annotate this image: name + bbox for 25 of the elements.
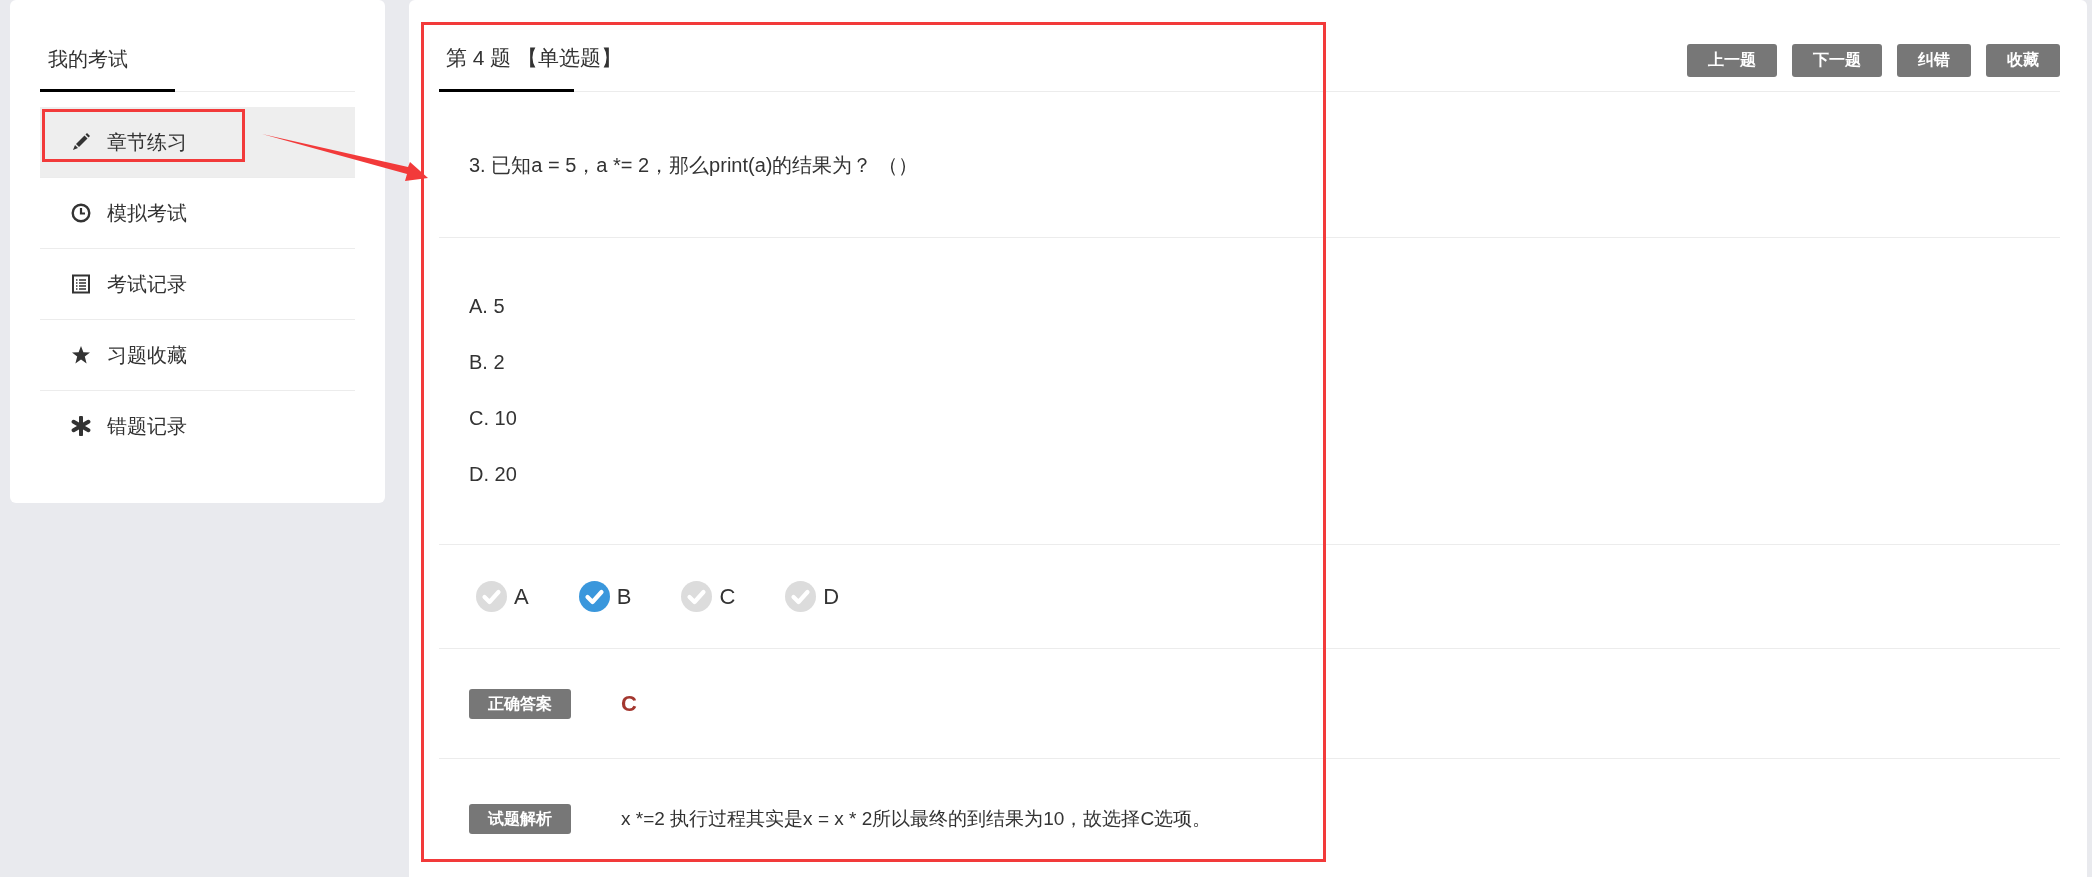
clock-icon bbox=[71, 203, 91, 223]
toolbar-button[interactable]: 收藏 bbox=[1986, 44, 2060, 77]
toolbar-button[interactable]: 下一题 bbox=[1792, 44, 1882, 77]
sidebar-tab[interactable]: 我的考试 bbox=[40, 45, 175, 92]
toolbar-button[interactable]: 纠错 bbox=[1897, 44, 1971, 77]
answer-choice[interactable]: C bbox=[681, 581, 736, 612]
question-stem: 3. 已知a = 5，a *= 2，那么print(a)的结果为？ （） bbox=[469, 154, 918, 176]
sidebar-item[interactable]: 章节练习 bbox=[40, 107, 355, 178]
option-text: A. 5 bbox=[469, 294, 505, 318]
option-text: C. 10 bbox=[469, 406, 517, 430]
analysis-label: 试题解析 bbox=[469, 804, 571, 834]
toolbar-button[interactable]: 上一题 bbox=[1687, 44, 1777, 77]
answer-label: 正确答案 bbox=[469, 688, 571, 719]
correct-answer: C bbox=[621, 690, 637, 717]
option-text: B. 2 bbox=[469, 350, 505, 374]
answer-choice[interactable]: D bbox=[785, 581, 840, 612]
pencil-icon bbox=[71, 132, 91, 152]
star-icon bbox=[71, 345, 91, 365]
answer-choice[interactable]: A bbox=[476, 581, 529, 612]
asterisk-icon bbox=[71, 416, 91, 436]
list-icon bbox=[71, 274, 91, 294]
answer-choice[interactable]: B bbox=[578, 581, 632, 612]
option-text: D. 20 bbox=[469, 462, 517, 486]
analysis-text: x *=2 执行过程其实是x = x * 2所以最终的到结果为10，故选择C选项。 bbox=[621, 807, 1212, 831]
question-tab[interactable]: 第 4 题 【单选题】 bbox=[439, 44, 627, 92]
